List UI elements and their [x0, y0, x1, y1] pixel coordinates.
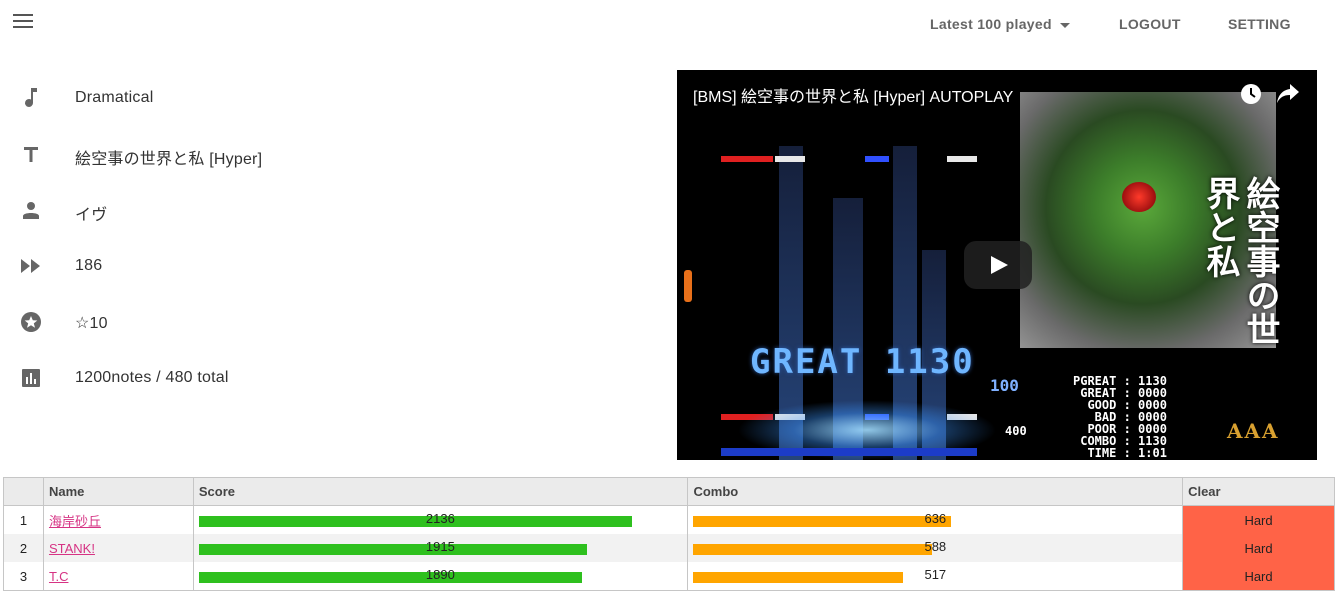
note	[775, 156, 805, 162]
artist-text: イヴ	[75, 207, 108, 224]
judge-text: GREAT 1130	[750, 342, 975, 382]
scores-table: Name Score Combo Clear 1 海岸砂丘 2136 636 H…	[3, 477, 1335, 591]
player-link[interactable]: 海岸砂丘	[49, 514, 101, 529]
score-label: 2136	[425, 511, 455, 526]
player-link[interactable]: STANK!	[49, 541, 95, 556]
combo-cell: 636	[687, 505, 1184, 534]
fast-forward-icon	[20, 255, 42, 277]
score-label: 1915	[425, 539, 455, 554]
logout-button[interactable]: LOGOUT	[1119, 16, 1181, 32]
combo-label: 588	[924, 539, 947, 554]
note	[865, 156, 889, 162]
combo-cell: 588	[687, 534, 1184, 562]
score-bar	[198, 572, 582, 583]
combo-bar	[693, 572, 904, 583]
rank-cell: 1	[3, 505, 44, 534]
table-row: 3 T.C 1890 517 Hard	[3, 562, 1335, 591]
table-row: 2 STANK! 1915 588 Hard	[3, 534, 1335, 562]
rank-cell: 2	[3, 534, 44, 562]
info-notes-row: 1200notes / 480 total	[20, 366, 228, 390]
score-bar	[198, 544, 587, 555]
combo-label: 636	[924, 511, 947, 526]
name-cell: T.C	[42, 562, 194, 591]
caret-down-icon	[1059, 22, 1070, 28]
play-icon[interactable]	[964, 241, 1032, 289]
album-art-title: 絵空事の世界と私	[1200, 176, 1280, 346]
music-note-icon	[20, 87, 42, 109]
clear-cell: Hard	[1182, 534, 1335, 562]
info-title-row: 絵空事の世界と私 [Hyper]	[20, 142, 262, 168]
combo-bar	[693, 516, 952, 527]
judge-line	[721, 448, 977, 456]
note	[947, 156, 977, 162]
share-icon[interactable]	[1277, 84, 1299, 104]
level-text: ☆10	[75, 315, 108, 332]
gauge-value: 100	[990, 376, 1019, 395]
score-cell: 1915	[192, 534, 689, 562]
score-bar	[198, 516, 632, 527]
info-genre-row: Dramatical	[20, 86, 153, 110]
video-title[interactable]: [BMS] 絵空事の世界と私 [Hyper] AUTOPLAY	[693, 83, 1013, 107]
person-icon	[20, 199, 42, 221]
name-cell: STANK!	[42, 534, 194, 562]
genre-text: Dramatical	[75, 89, 154, 106]
table-row: 1 海岸砂丘 2136 636 Hard	[3, 505, 1335, 534]
header-combo[interactable]: Combo	[687, 477, 1184, 506]
info-level-row: ☆10	[20, 310, 108, 334]
album-art: 絵空事の世界と私	[1020, 92, 1280, 348]
table-header-row: Name Score Combo Clear	[3, 477, 1335, 506]
player-link[interactable]: T.C	[49, 569, 69, 584]
lane-marker	[684, 270, 692, 302]
bpm-text: 186	[75, 257, 103, 274]
notes-text: 1200notes / 480 total	[75, 369, 229, 386]
name-cell: 海岸砂丘	[42, 505, 194, 534]
info-bpm-row: 186	[20, 254, 102, 278]
combo-label: 517	[924, 567, 947, 582]
latest-dropdown-label: Latest 100 played	[930, 16, 1052, 32]
clock-icon[interactable]	[1241, 84, 1261, 104]
star-circle-icon	[20, 311, 42, 333]
header-rank	[3, 477, 44, 506]
rose-image	[1122, 182, 1156, 212]
title-icon	[20, 143, 42, 165]
combo-bar	[693, 544, 933, 555]
note	[721, 156, 773, 162]
chart-icon	[20, 367, 42, 389]
clear-cell: Hard	[1182, 562, 1335, 591]
judge-stats: PGREAT : 1130 GREAT : 0000 GOOD : 0000 B…	[1073, 374, 1167, 460]
score-cell: 1890	[192, 562, 689, 591]
rank-display: AAA	[1227, 419, 1280, 443]
song-title-text: 絵空事の世界と私 [Hyper]	[75, 151, 263, 168]
video-player[interactable]: 絵空事の世界と私 GREAT 1130 100 400 PGREAT : 113…	[677, 70, 1317, 460]
score-cell: 2136	[192, 505, 689, 534]
rank-cell: 3	[3, 562, 44, 591]
header-name[interactable]: Name	[42, 477, 194, 506]
top-bar: Latest 100 played LOGOUT SETTING	[0, 0, 1344, 48]
menu-icon[interactable]	[13, 14, 33, 30]
combo-cell: 517	[687, 562, 1184, 591]
clear-cell: Hard	[1182, 505, 1335, 534]
score-label: 1890	[425, 567, 455, 582]
info-artist-row: イヴ	[20, 198, 107, 224]
latest-dropdown[interactable]: Latest 100 played	[930, 16, 1070, 32]
setting-button[interactable]: SETTING	[1228, 16, 1291, 32]
header-score[interactable]: Score	[192, 477, 689, 506]
bpm-display: 400	[1005, 424, 1027, 438]
header-clear[interactable]: Clear	[1182, 477, 1335, 506]
